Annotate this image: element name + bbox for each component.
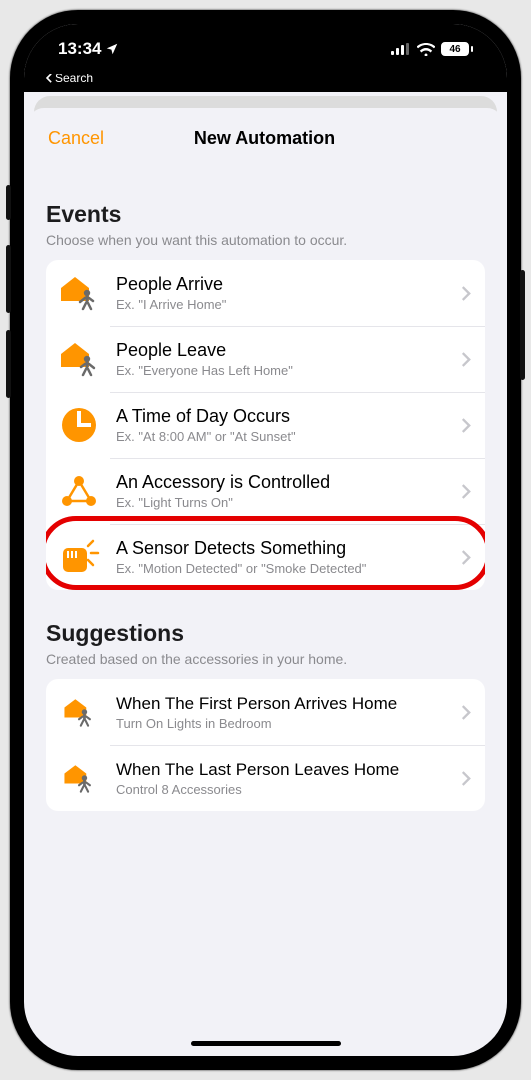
event-row-people-leave[interactable]: People Leave Ex. "Everyone Has Left Home… — [46, 326, 485, 392]
location-icon — [105, 42, 119, 56]
suggestions-section-subtitle: Created based on the accessories in your… — [46, 651, 485, 667]
suggestion-subtitle: Control 8 Accessories — [116, 782, 447, 797]
home-indicator[interactable] — [191, 1041, 341, 1046]
home-leave-icon — [56, 336, 102, 382]
chevron-left-icon — [46, 73, 53, 83]
event-subtitle: Ex. "Light Turns On" — [116, 495, 447, 510]
status-time: 13:34 — [58, 39, 101, 59]
screen: 13:34 46 Search C — [24, 24, 507, 1056]
wifi-icon — [417, 43, 435, 56]
event-title: A Time of Day Occurs — [116, 406, 447, 427]
battery-level: 46 — [441, 42, 469, 56]
event-row-time-of-day[interactable]: A Time of Day Occurs Ex. "At 8:00 AM" or… — [46, 392, 485, 458]
event-title: People Arrive — [116, 274, 447, 295]
chevron-right-icon — [461, 484, 471, 499]
events-card: People Arrive Ex. "I Arrive Home" — [46, 260, 485, 590]
event-row-accessory-controlled[interactable]: An Accessory is Controlled Ex. "Light Tu… — [46, 458, 485, 524]
phone-frame: 13:34 46 Search C — [10, 10, 521, 1070]
event-row-sensor-detects[interactable]: A Sensor Detects Something Ex. "Motion D… — [46, 524, 485, 590]
home-leave-icon — [56, 755, 102, 801]
chevron-right-icon — [461, 352, 471, 367]
event-row-people-arrive[interactable]: People Arrive Ex. "I Arrive Home" — [46, 260, 485, 326]
nodes-icon — [56, 468, 102, 514]
suggestion-row-first-arrives[interactable]: When The First Person Arrives Home Turn … — [46, 679, 485, 745]
suggestions-card: When The First Person Arrives Home Turn … — [46, 679, 485, 811]
event-subtitle: Ex. "I Arrive Home" — [116, 297, 447, 312]
event-subtitle: Ex. "Motion Detected" or "Smoke Detected… — [116, 561, 447, 576]
chevron-right-icon — [461, 705, 471, 720]
clock-icon — [56, 402, 102, 448]
chevron-right-icon — [461, 550, 471, 565]
dynamic-island — [198, 36, 333, 76]
modal-sheet: Cancel New Automation Events Choose when… — [28, 108, 503, 1052]
cellular-icon — [391, 43, 411, 55]
back-to-app[interactable]: Search — [24, 74, 507, 92]
event-title: A Sensor Detects Something — [116, 538, 447, 559]
sensor-icon — [56, 534, 102, 580]
content-scroll[interactable]: Events Choose when you want this automat… — [28, 163, 503, 1052]
event-subtitle: Ex. "At 8:00 AM" or "At Sunset" — [116, 429, 447, 444]
suggestion-row-last-leaves[interactable]: When The Last Person Leaves Home Control… — [46, 745, 485, 811]
suggestions-section-title: Suggestions — [46, 620, 485, 647]
suggestion-subtitle: Turn On Lights in Bedroom — [116, 716, 447, 731]
events-section-title: Events — [46, 201, 485, 228]
event-title: People Leave — [116, 340, 447, 361]
home-arrive-icon — [56, 689, 102, 735]
event-title: An Accessory is Controlled — [116, 472, 447, 493]
events-section-subtitle: Choose when you want this automation to … — [46, 232, 485, 248]
chevron-right-icon — [461, 286, 471, 301]
chevron-right-icon — [461, 771, 471, 786]
chevron-right-icon — [461, 418, 471, 433]
modal-nav: Cancel New Automation — [28, 108, 503, 163]
page-title: New Automation — [46, 128, 483, 149]
event-subtitle: Ex. "Everyone Has Left Home" — [116, 363, 447, 378]
suggestion-title: When The First Person Arrives Home — [116, 694, 447, 714]
home-arrive-icon — [56, 270, 102, 316]
suggestion-title: When The Last Person Leaves Home — [116, 760, 447, 780]
battery-icon: 46 — [441, 42, 473, 56]
